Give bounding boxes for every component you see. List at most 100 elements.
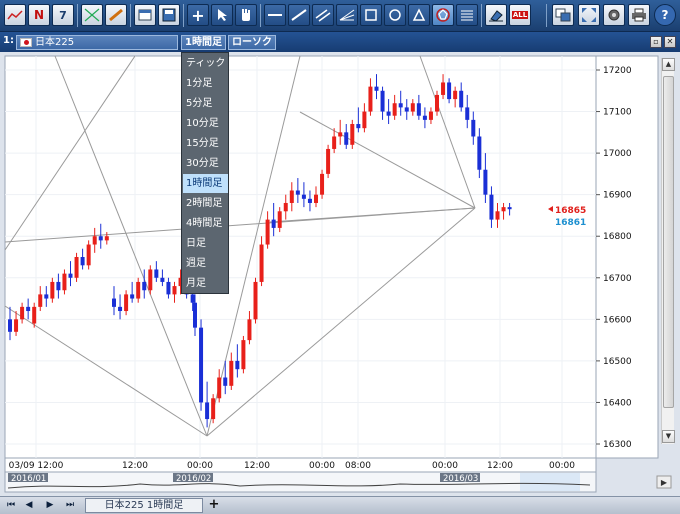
pentagon-icon[interactable]	[432, 4, 454, 26]
timeframe-option[interactable]: 2時間足	[183, 194, 228, 213]
candle-body	[465, 107, 470, 120]
scroll-down-icon[interactable]: ▼	[662, 430, 675, 443]
svg-text:▶: ▶	[661, 478, 668, 487]
japan-flag-icon	[20, 38, 32, 47]
y-tick-label: 16400	[603, 398, 632, 408]
price-chart[interactable]: 17200 17100 17000 16900 16800 16700 16600 16500…	[0, 52, 680, 496]
news-icon[interactable]: N	[28, 4, 50, 26]
timeframe-dropdown[interactable]: ティック 1分足 5分足 10分足 15分足 30分足 1時間足 2時間足 4時間足 日足 週足 月足	[181, 52, 229, 294]
navigator-window[interactable]	[520, 473, 580, 491]
chart-icon[interactable]	[4, 4, 26, 26]
first-page-icon[interactable]: ⏮	[3, 499, 19, 512]
candle-body	[428, 111, 433, 120]
fullscreen-icon[interactable]	[578, 4, 600, 26]
window-icon[interactable]	[134, 4, 156, 26]
prev-page-icon[interactable]: ◀	[21, 499, 37, 512]
add-tab-button[interactable]: +	[206, 498, 222, 513]
candle	[74, 252, 79, 282]
y-tick-label: 16500	[603, 357, 632, 367]
save-icon[interactable]	[158, 4, 180, 26]
timeframe-option[interactable]: 5分足	[183, 94, 228, 113]
fan-lines-icon[interactable]	[336, 4, 358, 26]
candle	[199, 319, 204, 411]
symbol-selector[interactable]: 日本225	[16, 35, 178, 50]
candle-body	[130, 294, 135, 299]
chart-style-selector[interactable]: ローソク	[228, 35, 276, 50]
rectangle-icon[interactable]	[360, 4, 382, 26]
timeframe-option[interactable]: 日足	[183, 234, 228, 253]
delete-all-icon[interactable]: ALL	[509, 4, 531, 26]
candle-body	[338, 132, 343, 137]
close-window-icon[interactable]: ✕	[664, 36, 676, 48]
help-icon[interactable]: ?	[654, 4, 676, 26]
candle-body	[44, 294, 49, 299]
timeframe-option[interactable]: ティック	[183, 54, 228, 73]
circle-icon[interactable]	[384, 4, 406, 26]
y-tick-label: 17000	[603, 149, 632, 159]
eraser-icon[interactable]	[485, 4, 507, 26]
timeframe-option[interactable]: 30分足	[183, 154, 228, 173]
candle-body	[253, 281, 258, 320]
candle-body	[368, 86, 373, 112]
trend-line-icon[interactable]	[288, 4, 310, 26]
candle-body	[277, 211, 282, 228]
candle-body	[68, 273, 73, 278]
timeframe-option[interactable]: 10分足	[183, 114, 228, 133]
candle-body	[283, 202, 288, 212]
indicator-icon[interactable]	[81, 4, 103, 26]
candle-body	[160, 277, 165, 282]
scroll-up-icon[interactable]: ▲	[662, 58, 675, 71]
bid-price-label: 16861	[555, 218, 586, 228]
timeframe-option[interactable]: 週足	[183, 254, 228, 273]
candle-body	[507, 207, 512, 210]
crosshair-icon[interactable]: +	[187, 4, 209, 26]
candle-body	[295, 190, 300, 195]
last-page-icon[interactable]: ⏭	[62, 499, 78, 512]
restore-window-icon[interactable]: ▫	[650, 36, 662, 48]
candle-body	[166, 281, 171, 295]
candle-body	[392, 103, 397, 116]
timeframe-option[interactable]: 15分足	[183, 134, 228, 153]
candle-body	[211, 398, 216, 420]
candle-body	[332, 136, 337, 149]
cursor-arrow-icon[interactable]	[211, 4, 233, 26]
tile-windows-icon[interactable]	[552, 4, 574, 26]
timeframe-option[interactable]: 1時間足	[183, 174, 228, 193]
pencil-icon[interactable]	[105, 4, 127, 26]
vertical-scrollbar[interactable]: ▲ ▼	[661, 58, 675, 444]
candle-body	[380, 90, 385, 112]
hand-icon[interactable]	[235, 4, 257, 26]
navigator-date-label: 2016/02	[176, 474, 211, 484]
candle-body	[501, 207, 506, 212]
timeframe-option[interactable]: 4時間足	[183, 214, 228, 233]
candle-body	[362, 111, 367, 129]
candle-body	[56, 281, 61, 291]
candle	[86, 240, 91, 270]
scroll-thumb[interactable]	[663, 76, 674, 408]
x-tick-label: 12:00	[122, 461, 148, 471]
candle-body	[199, 327, 204, 403]
parallel-lines-icon[interactable]	[312, 4, 334, 26]
toolbar: N 7 + ALL ?	[0, 0, 680, 32]
print-icon[interactable]	[628, 4, 650, 26]
candle-body	[265, 219, 270, 245]
gear-icon[interactable]	[603, 4, 625, 26]
calendar-icon[interactable]: 7	[52, 4, 74, 26]
candle-body	[477, 136, 482, 170]
chart-tab[interactable]: 日本225 1時間足	[85, 498, 203, 513]
candle	[211, 394, 216, 424]
candle-body	[62, 273, 67, 291]
triangle-icon[interactable]	[408, 4, 430, 26]
next-page-icon[interactable]: ▶	[42, 499, 58, 512]
candle-body	[356, 124, 361, 129]
navigator-bar[interactable]	[4, 471, 597, 493]
candle	[350, 119, 355, 149]
horizontal-line-icon[interactable]	[264, 4, 286, 26]
timeframe-option[interactable]: 月足	[183, 274, 228, 293]
list-lines-icon[interactable]	[456, 4, 478, 26]
candle-body	[386, 111, 391, 116]
candle-body	[326, 148, 331, 174]
timeframe-selector[interactable]: 1時間足	[181, 35, 226, 50]
timeframe-option[interactable]: 1分足	[183, 74, 228, 93]
x-tick-label: 08:00	[345, 461, 371, 471]
